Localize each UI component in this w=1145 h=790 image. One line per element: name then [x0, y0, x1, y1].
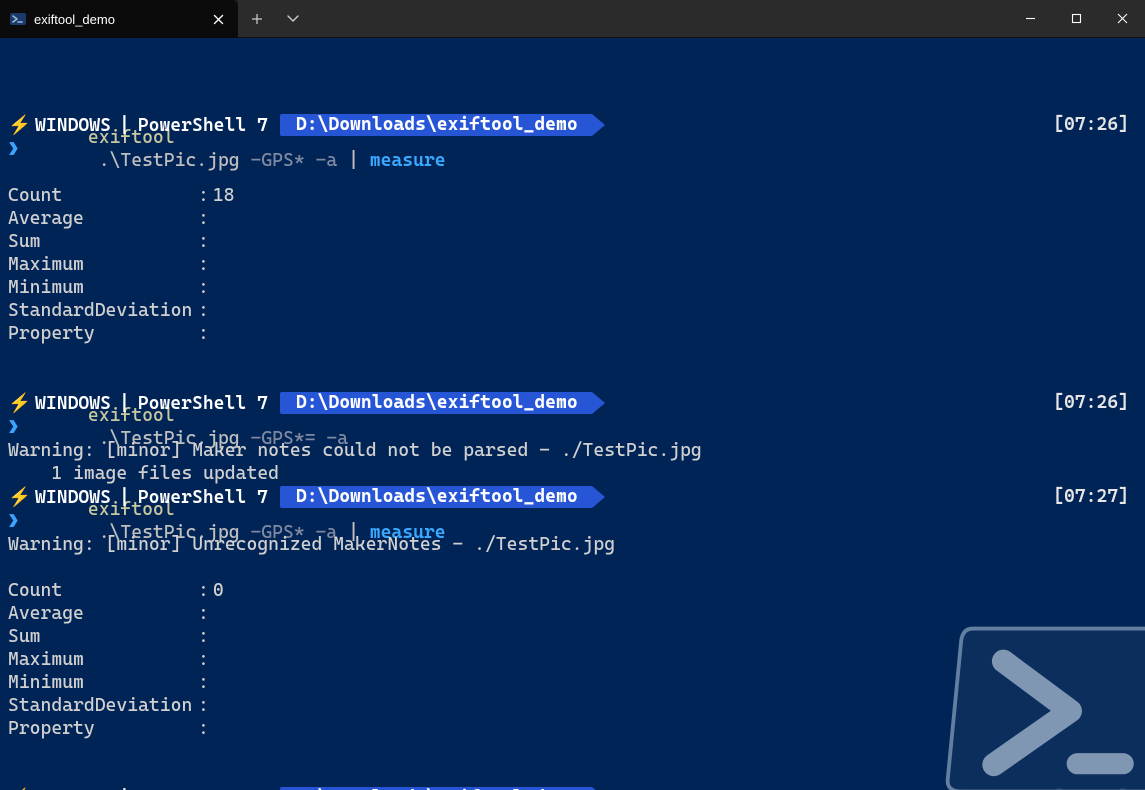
prompt-shell: PowerShell 7	[132, 486, 274, 509]
minimize-button[interactable]	[1007, 0, 1053, 37]
minimize-icon	[1025, 13, 1036, 24]
prompt-time: [07:26]	[1053, 113, 1129, 136]
prompt-line: ⚡ WINDOWS | PowerShell 7 D:\Downloads\ex…	[8, 485, 1137, 509]
close-icon	[213, 14, 224, 25]
stat-row: Average:	[8, 207, 1137, 230]
prompt-arrow-icon: ❯	[8, 138, 19, 161]
stat-label: Maximum	[8, 648, 198, 671]
prompt-path: D:\Downloads\exiftool_demo	[280, 486, 592, 508]
bolt-icon: ⚡	[8, 486, 31, 509]
prompt-host: WINDOWS	[33, 486, 117, 509]
prompt-arrow-icon: ❯	[8, 416, 19, 439]
stat-row: Minimum:	[8, 276, 1137, 299]
stat-label: Sum	[8, 625, 198, 648]
maximize-button[interactable]	[1053, 0, 1099, 37]
tab-strip	[238, 0, 1145, 38]
stat-row: Minimum:	[8, 671, 1137, 694]
stat-label: Property	[8, 322, 198, 345]
bolt-icon: ⚡	[8, 787, 31, 790]
close-tab-button[interactable]	[206, 7, 230, 31]
command-line: ❯ exiftool .\TestPic.jpg -GPS* -a | meas…	[8, 509, 1137, 533]
prompt-host: WINDOWS	[33, 392, 117, 415]
prompt-shell: PowerShell 7	[132, 114, 274, 137]
stat-label: Count	[8, 579, 198, 602]
command-piped: measure	[370, 150, 446, 171]
titlebar: exiftool_demo	[0, 0, 1145, 38]
prompt-time: [07:26]	[1053, 391, 1129, 414]
prompt-line: ⚡ WINDOWS | PowerShell 7 D:\Downloads\ex…	[8, 113, 1137, 137]
powershell-tab-icon	[10, 11, 26, 27]
tab-dropdown-button[interactable]	[276, 4, 310, 34]
new-tab-button[interactable]	[240, 4, 274, 34]
bolt-icon: ⚡	[8, 114, 31, 137]
terminal-content: ⚡ WINDOWS | PowerShell 7 D:\Downloads\ex…	[8, 113, 1137, 790]
command-flags: -GPS* -a	[251, 150, 338, 171]
stat-row: Sum:	[8, 230, 1137, 253]
tab-title: exiftool_demo	[34, 12, 198, 27]
stat-row: Property:	[8, 717, 1137, 740]
prompt-host: WINDOWS	[33, 114, 117, 137]
stat-row: Average:	[8, 602, 1137, 625]
command-line: ❯ exiftool .\TestPic.jpg -GPS*= -a	[8, 415, 1137, 439]
terminal-body[interactable]: ⚡ WINDOWS | PowerShell 7 D:\Downloads\ex…	[0, 38, 1145, 790]
stat-row: Maximum:	[8, 253, 1137, 276]
prompt-shell: PowerShell 7	[132, 392, 274, 415]
stat-label: StandardDeviation	[8, 299, 198, 322]
stat-row: Maximum:	[8, 648, 1137, 671]
stat-label: Sum	[8, 230, 198, 253]
prompt-line: ⚡ WINDOWS | PowerShell 7 D:\Downloads\ex…	[8, 391, 1137, 415]
prompt-arrow-icon: ❯	[8, 510, 19, 533]
stat-label: Maximum	[8, 253, 198, 276]
stat-row: Count:0	[8, 579, 1137, 602]
stat-label: StandardDeviation	[8, 694, 198, 717]
command-line: ❯ exiftool .\TestPic.jpg -GPS* -a | meas…	[8, 137, 1137, 161]
maximize-icon	[1071, 13, 1082, 24]
prompt-host: WINDOWS	[33, 787, 117, 790]
close-icon	[1117, 13, 1128, 24]
stat-label: Count	[8, 184, 198, 207]
prompt-line: ⚡ WINDOWS | PowerShell 7 D:\Downloads\ex…	[8, 786, 1137, 790]
close-window-button[interactable]	[1099, 0, 1145, 37]
bolt-icon: ⚡	[8, 392, 31, 415]
stat-label: Minimum	[8, 276, 198, 299]
stat-label: Minimum	[8, 671, 198, 694]
stat-row: StandardDeviation:	[8, 694, 1137, 717]
prompt-time: [07:27]	[1053, 786, 1129, 790]
stat-row: Count:18	[8, 184, 1137, 207]
prompt-shell: PowerShell 7	[132, 787, 274, 790]
stat-value: 18	[213, 185, 235, 206]
active-tab[interactable]: exiftool_demo	[0, 0, 238, 38]
window-controls	[1007, 0, 1145, 37]
command-args: .\TestPic.jpg	[88, 150, 251, 171]
plus-icon	[251, 13, 263, 25]
chevron-down-icon	[287, 15, 299, 23]
output-line: Warning: [minor] Maker notes could not b…	[8, 439, 1137, 462]
prompt-path: D:\Downloads\exiftool_demo	[280, 392, 592, 414]
output-line: Warning: [minor] Unrecognized MakerNotes…	[8, 533, 1137, 556]
stat-label: Property	[8, 717, 198, 740]
stat-label: Average	[8, 602, 198, 625]
stat-label: Average	[8, 207, 198, 230]
prompt-path: D:\Downloads\exiftool_demo	[280, 114, 592, 136]
stat-row: StandardDeviation:	[8, 299, 1137, 322]
stat-row: Property:	[8, 322, 1137, 345]
prompt-time: [07:27]	[1053, 485, 1129, 508]
stat-row: Sum:	[8, 625, 1137, 648]
stat-value: 0	[213, 580, 224, 601]
